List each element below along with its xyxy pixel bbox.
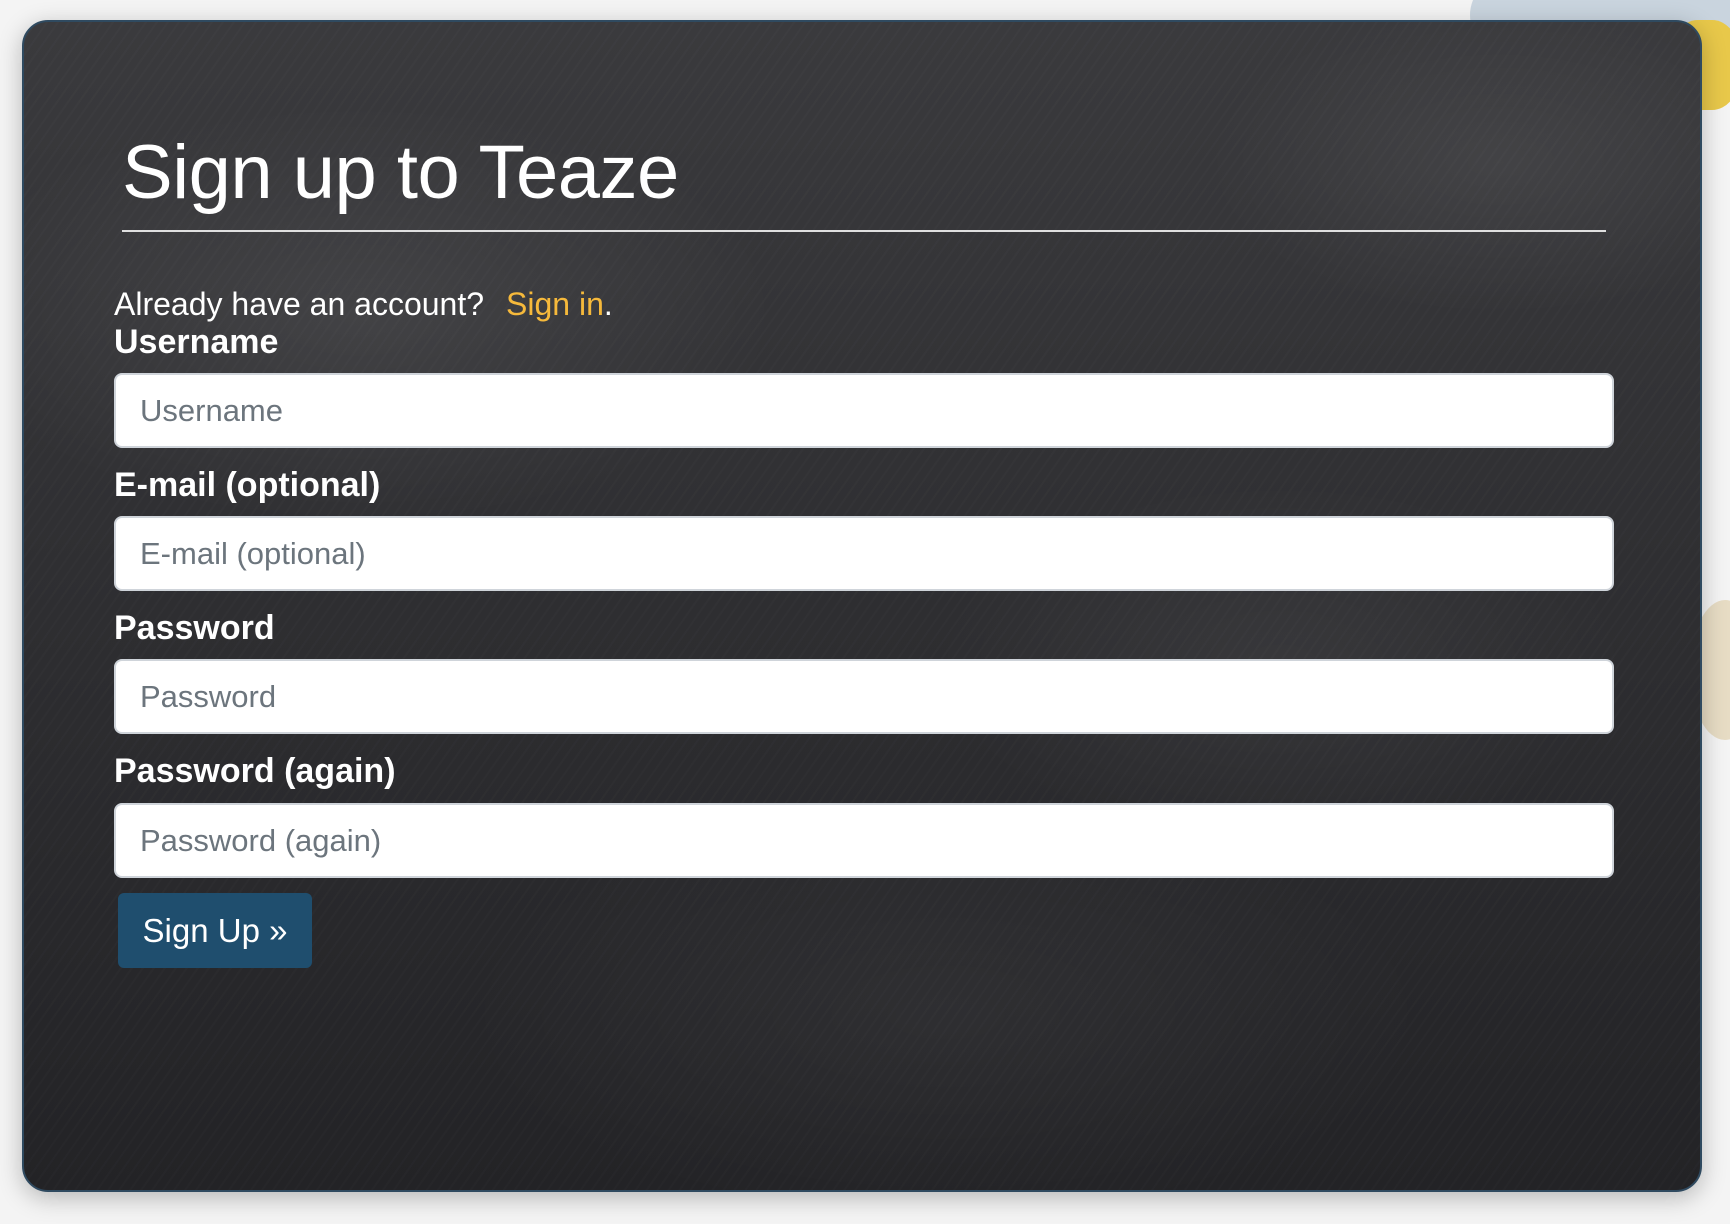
signin-link[interactable]: Sign in — [506, 286, 604, 322]
signup-button[interactable]: Sign Up » — [118, 893, 312, 968]
signin-prompt-suffix: . — [603, 286, 613, 322]
email-label: E-mail (optional) — [114, 466, 381, 504]
password-label: Password — [114, 609, 275, 647]
page-title: Sign up to Teaze — [122, 130, 679, 215]
password-input[interactable] — [114, 659, 1614, 734]
password-again-label: Password (again) — [114, 752, 396, 790]
signin-prompt-text: Already have an account? — [114, 286, 485, 322]
password-again-input[interactable] — [114, 803, 1614, 878]
username-input[interactable] — [114, 373, 1614, 448]
signin-prompt: Already have an account? Sign in. — [114, 284, 613, 324]
title-divider — [122, 230, 1606, 232]
email-input[interactable] — [114, 516, 1614, 591]
username-label: Username — [114, 323, 279, 361]
signup-panel: Sign up to Teaze Already have an account… — [22, 20, 1702, 1192]
